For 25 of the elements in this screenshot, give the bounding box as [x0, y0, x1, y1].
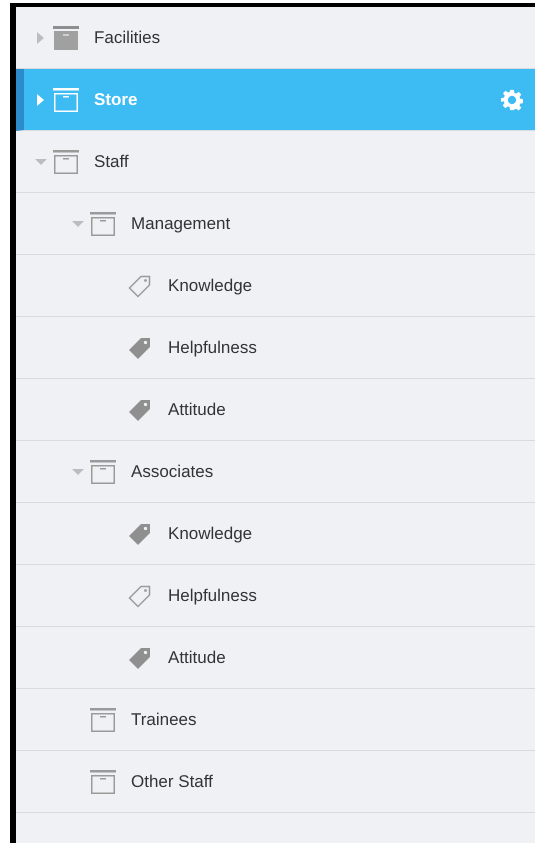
tree-row[interactable]: Knowledge — [16, 503, 535, 565]
tree-label: Knowledge — [168, 522, 252, 545]
tree-label: Facilities — [94, 26, 160, 49]
tree-label: Other Staff — [131, 770, 213, 793]
tree-row[interactable]: Other Staff — [16, 751, 535, 813]
tree-row[interactable]: Attitude — [16, 379, 535, 441]
tree-row[interactable]: Staff — [16, 131, 535, 193]
tree-label: Knowledge — [168, 274, 252, 297]
tree-label: Attitude — [168, 646, 226, 669]
tree-row[interactable]: Helpfulness — [16, 565, 535, 627]
tree-label: Helpfulness — [168, 336, 257, 359]
tree-row[interactable]: Trainees — [16, 689, 535, 751]
tree-label: Staff — [94, 150, 129, 173]
tree-label: Attitude — [168, 398, 226, 421]
tree-row[interactable]: Helpfulness — [16, 317, 535, 379]
tree-row[interactable]: Knowledge — [16, 255, 535, 317]
tree-row[interactable]: Management — [16, 193, 535, 255]
settings-icon[interactable] — [501, 88, 523, 110]
tree-label: Store — [94, 88, 138, 111]
tree-label: Helpfulness — [168, 584, 257, 607]
tree-label: Management — [131, 212, 230, 235]
tree-row[interactable]: Attitude — [16, 627, 535, 689]
tree-row[interactable]: Associates — [16, 441, 535, 503]
tree-label: Associates — [131, 460, 214, 483]
tree-label: Trainees — [131, 708, 197, 731]
